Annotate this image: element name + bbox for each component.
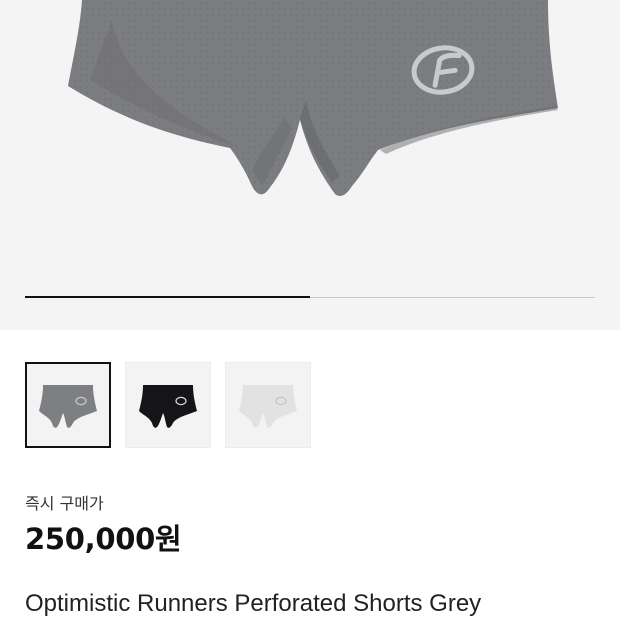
shorts-thumbnail-icon xyxy=(39,385,97,428)
instant-buy-price-label: 즉시 구매가 xyxy=(25,494,104,513)
thumbnail-grey[interactable] xyxy=(25,362,111,448)
product-title: Optimistic Runners Perforated Shorts Gre… xyxy=(25,590,482,617)
thumbnail-strip xyxy=(25,362,311,448)
thumbnail-black[interactable] xyxy=(125,362,211,448)
gallery-progress-track xyxy=(25,296,595,298)
shorts-thumbnail-icon xyxy=(139,385,197,428)
product-image-gallery[interactable] xyxy=(0,0,620,330)
main-product-image xyxy=(68,0,558,196)
price: 250,000원 xyxy=(25,522,182,556)
shorts-thumbnail-icon xyxy=(239,385,297,428)
thumbnail-white[interactable] xyxy=(225,362,311,448)
gallery-progress-indicator xyxy=(25,296,310,298)
